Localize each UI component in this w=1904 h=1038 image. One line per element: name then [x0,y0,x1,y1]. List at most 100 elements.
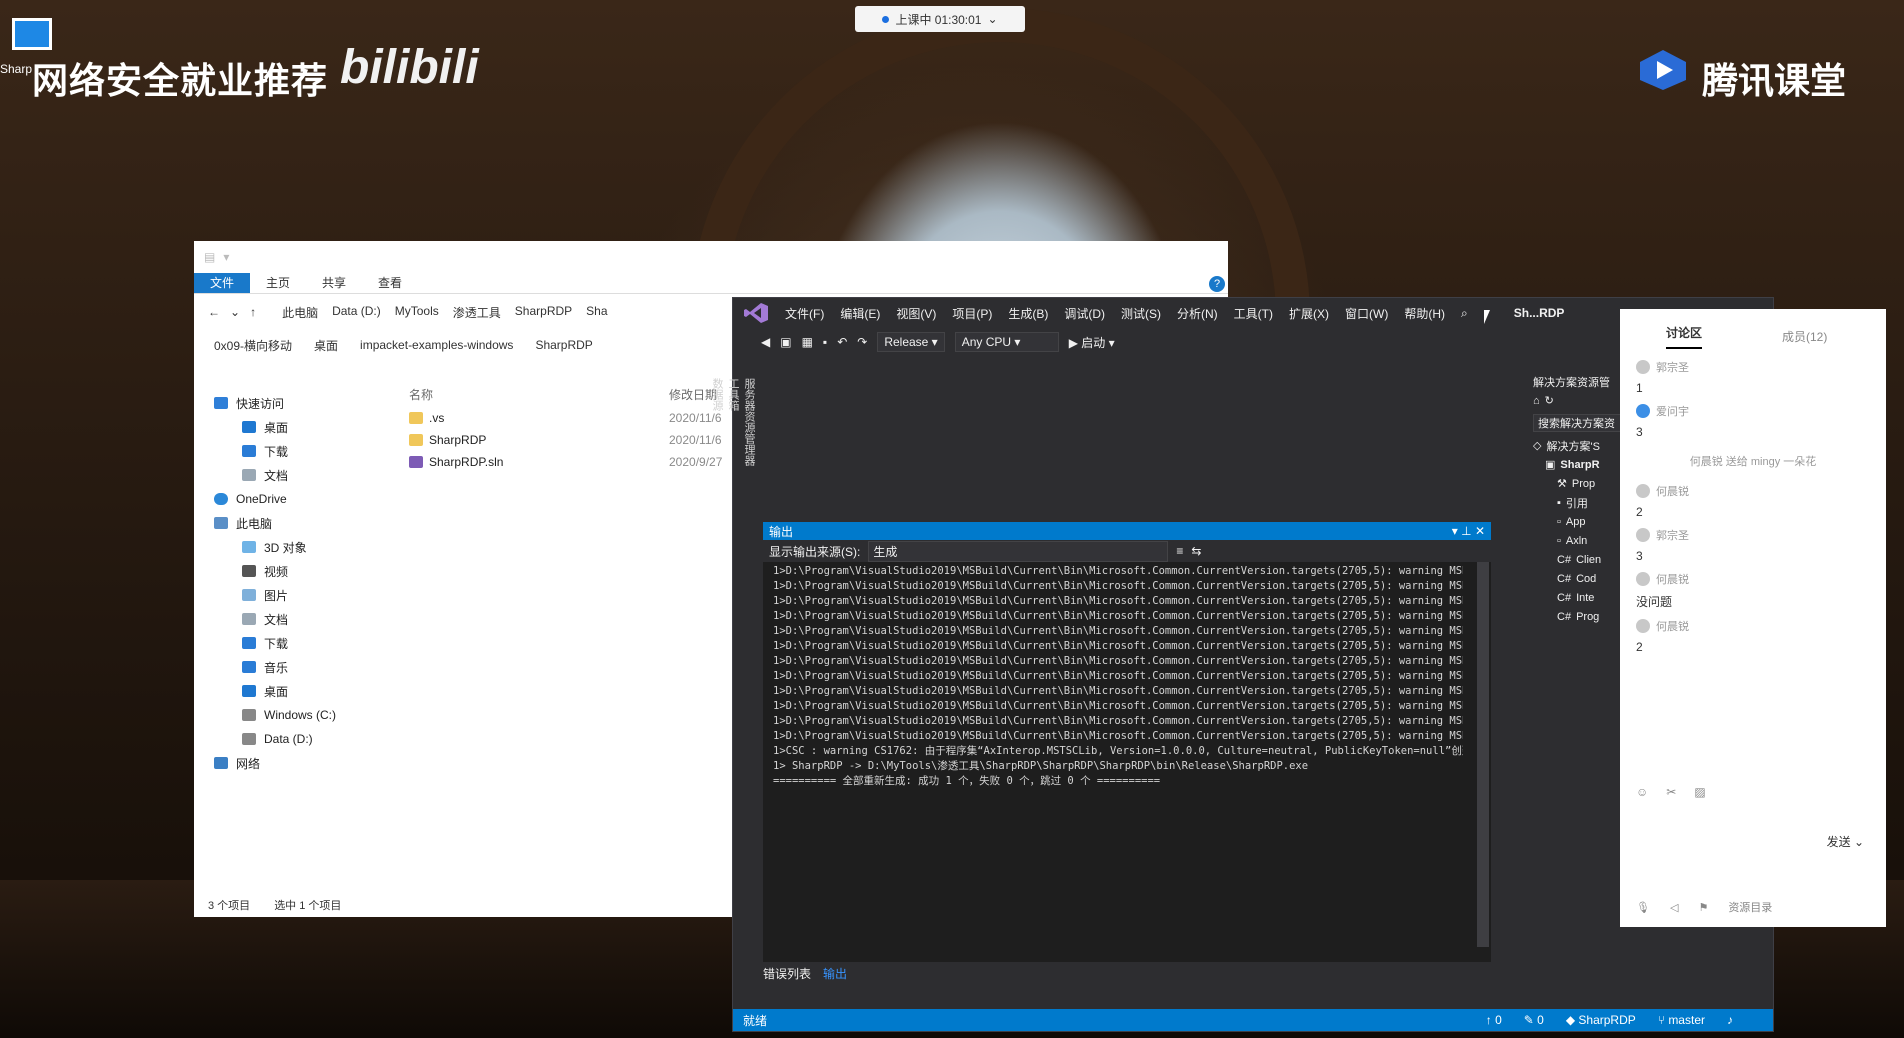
menu-project[interactable]: 项目(P) [952,305,992,322]
live-status-pill[interactable]: 上课中 01:30:01 ⌄ [855,6,1025,32]
back-arrow-icon[interactable]: ← [208,305,220,319]
drive-icon [242,709,256,721]
tab-desktop[interactable]: 桌面 [314,337,338,354]
start-button[interactable]: ▶ 启动 ▾ [1069,334,1115,351]
breadcrumb-mytools[interactable]: MyTools [395,304,439,321]
undo-icon[interactable]: ↶ [837,335,847,349]
refresh-icon[interactable]: ↻ [1545,394,1554,407]
nav-music[interactable]: 音乐 [214,655,414,679]
dropdown-icon[interactable]: ▾ [1452,524,1458,538]
menu-tools[interactable]: 工具(T) [1234,305,1273,322]
emoji-icon[interactable]: ☺ [1636,785,1648,799]
tab-server-explorer[interactable]: 服务器资源管理器 [741,378,757,466]
pin-icon[interactable]: ⊥ [1461,524,1471,538]
up-arrow-icon[interactable]: ↑ [250,305,256,319]
tab-output[interactable]: 输出 [823,965,847,982]
redo-icon[interactable]: ↷ [857,335,867,349]
nav-network[interactable]: 网络 [214,751,414,775]
breadcrumb-sha[interactable]: Sha [586,304,607,321]
avatar [1636,360,1650,374]
status-changes[interactable]: ✎ 0 [1524,1013,1544,1027]
avatar [1636,404,1650,418]
nav-drive-d[interactable]: Data (D:) [214,727,414,751]
ribbon-tab-share[interactable]: 共享 [306,273,362,293]
menu-help[interactable]: 帮助(H) [1404,305,1445,322]
tab-impacket[interactable]: impacket-examples-windows [360,338,513,352]
status-branch[interactable]: ⑂ master [1658,1013,1705,1027]
menu-analyze[interactable]: 分析(N) [1177,305,1218,322]
sharp-desktop-icon[interactable] [12,18,52,50]
tab-data-sources[interactable]: 数据源 [709,378,725,466]
tab-members[interactable]: 成员(12) [1782,328,1827,345]
tab-discussion[interactable]: 讨论区 [1666,324,1703,349]
menu-extensions[interactable]: 扩展(X) [1289,305,1329,322]
node-label: Prog [1576,610,1600,623]
output-log-line: 1>D:\Program\VisualStudio2019\MSBuild\Cu… [773,685,1463,697]
tab-toolbox[interactable]: 工具箱 [725,378,741,466]
home-icon[interactable]: ⌂ [1533,395,1540,407]
tab-sharprdp[interactable]: SharpRDP [535,338,592,352]
save-icon[interactable]: ▪ [823,335,827,349]
output-log[interactable]: 1>D:\Program\VisualStudio2019\MSBuild\Cu… [763,562,1463,789]
folder-icon [409,434,423,446]
clear-output-icon[interactable]: ≡ [1176,544,1183,558]
resource-directory-link[interactable]: 资源目录 [1728,899,1772,915]
breadcrumb-pentest-tools[interactable]: 渗透工具 [453,304,501,321]
status-push[interactable]: ↑ 0 [1486,1013,1502,1027]
nav-3d-objects[interactable]: 3D 对象 [214,535,414,559]
solution-icon: ◇ [1533,440,1542,452]
menu-file[interactable]: 文件(F) [785,305,824,322]
image-icon[interactable]: ▨ [1694,785,1705,799]
ribbon-tab-view[interactable]: 查看 [362,273,418,293]
new-project-icon[interactable]: ▣ [780,335,791,349]
breadcrumb-sharprdp[interactable]: SharpRDP [515,304,572,321]
help-icon[interactable]: ? [1209,276,1225,292]
nav-documents-pc[interactable]: 文档 [214,607,414,631]
breadcrumb-this-pc[interactable]: 此电脑 [282,304,318,321]
tab-error-list[interactable]: 错误列表 [763,965,811,982]
output-source-select[interactable]: 生成 [868,540,1169,562]
scissors-icon[interactable]: ✂ [1666,785,1676,799]
menu-test[interactable]: 测试(S) [1121,305,1161,322]
platform-select[interactable]: Any CPU ▾ [954,332,1059,352]
menu-debug[interactable]: 调试(D) [1064,305,1105,322]
search-icon[interactable]: ⌕ [1461,306,1468,321]
speaker-icon[interactable]: ◁ [1670,901,1678,914]
nav-onedrive[interactable]: OneDrive [214,487,414,511]
chevron-down-icon[interactable]: ⌄ [230,305,240,319]
close-icon[interactable]: ✕ [1475,524,1485,538]
col-name[interactable]: 名称 [409,386,669,403]
visual-studio-window: 文件(F) 编辑(E) 视图(V) 项目(P) 生成(B) 调试(D) 测试(S… [711,297,1774,1032]
breadcrumb-data-d[interactable]: Data (D:) [332,304,381,321]
nav-downloads[interactable]: 下载 [214,439,414,463]
microphone-icon[interactable]: 🎙 [1636,901,1650,914]
ribbon-tab-file[interactable]: 文件 [194,273,251,293]
back-nav-icon[interactable]: ◀ [761,335,770,349]
word-wrap-icon[interactable]: ⇆ [1191,544,1201,558]
nav-desktop-pc[interactable]: 桌面 [214,679,414,703]
menu-window[interactable]: 窗口(W) [1345,305,1388,322]
menu-view[interactable]: 视图(V) [896,305,936,322]
tab-lateral-movement[interactable]: 0x09-横向移动 [214,337,292,354]
quick-access-toolbar-icon[interactable]: ▾ [223,250,229,264]
ribbon-tab-home[interactable]: 主页 [250,273,306,293]
nav-this-pc[interactable]: 此电脑 [214,511,414,535]
output-titlebar: 输出 ▾ ⊥ ✕ [763,522,1491,540]
output-scrollbar[interactable] [1477,562,1489,947]
open-icon[interactable]: ▦ [802,335,813,349]
nav-videos[interactable]: 视频 [214,559,414,583]
nav-pictures[interactable]: 图片 [214,583,414,607]
nav-downloads-pc[interactable]: 下载 [214,631,414,655]
status-ready: 就绪 [743,1013,768,1028]
send-button[interactable]: 发送 ⌄ [1827,833,1864,850]
status-repo[interactable]: ◆ SharpRDP [1566,1013,1636,1027]
menu-edit[interactable]: 编辑(E) [840,305,880,322]
config-select[interactable]: Release ▾ [877,332,945,352]
menu-build[interactable]: 生成(B) [1008,305,1048,322]
nav-documents[interactable]: 文档 [214,463,414,487]
flag-icon[interactable]: ⚑ [1698,901,1708,914]
nav-desktop[interactable]: 桌面 [214,415,414,439]
nav-quick-access[interactable]: 快速访问 [214,391,414,415]
notification-bell-icon[interactable]: ♪ [1727,1013,1733,1027]
nav-drive-c[interactable]: Windows (C:) [214,703,414,727]
